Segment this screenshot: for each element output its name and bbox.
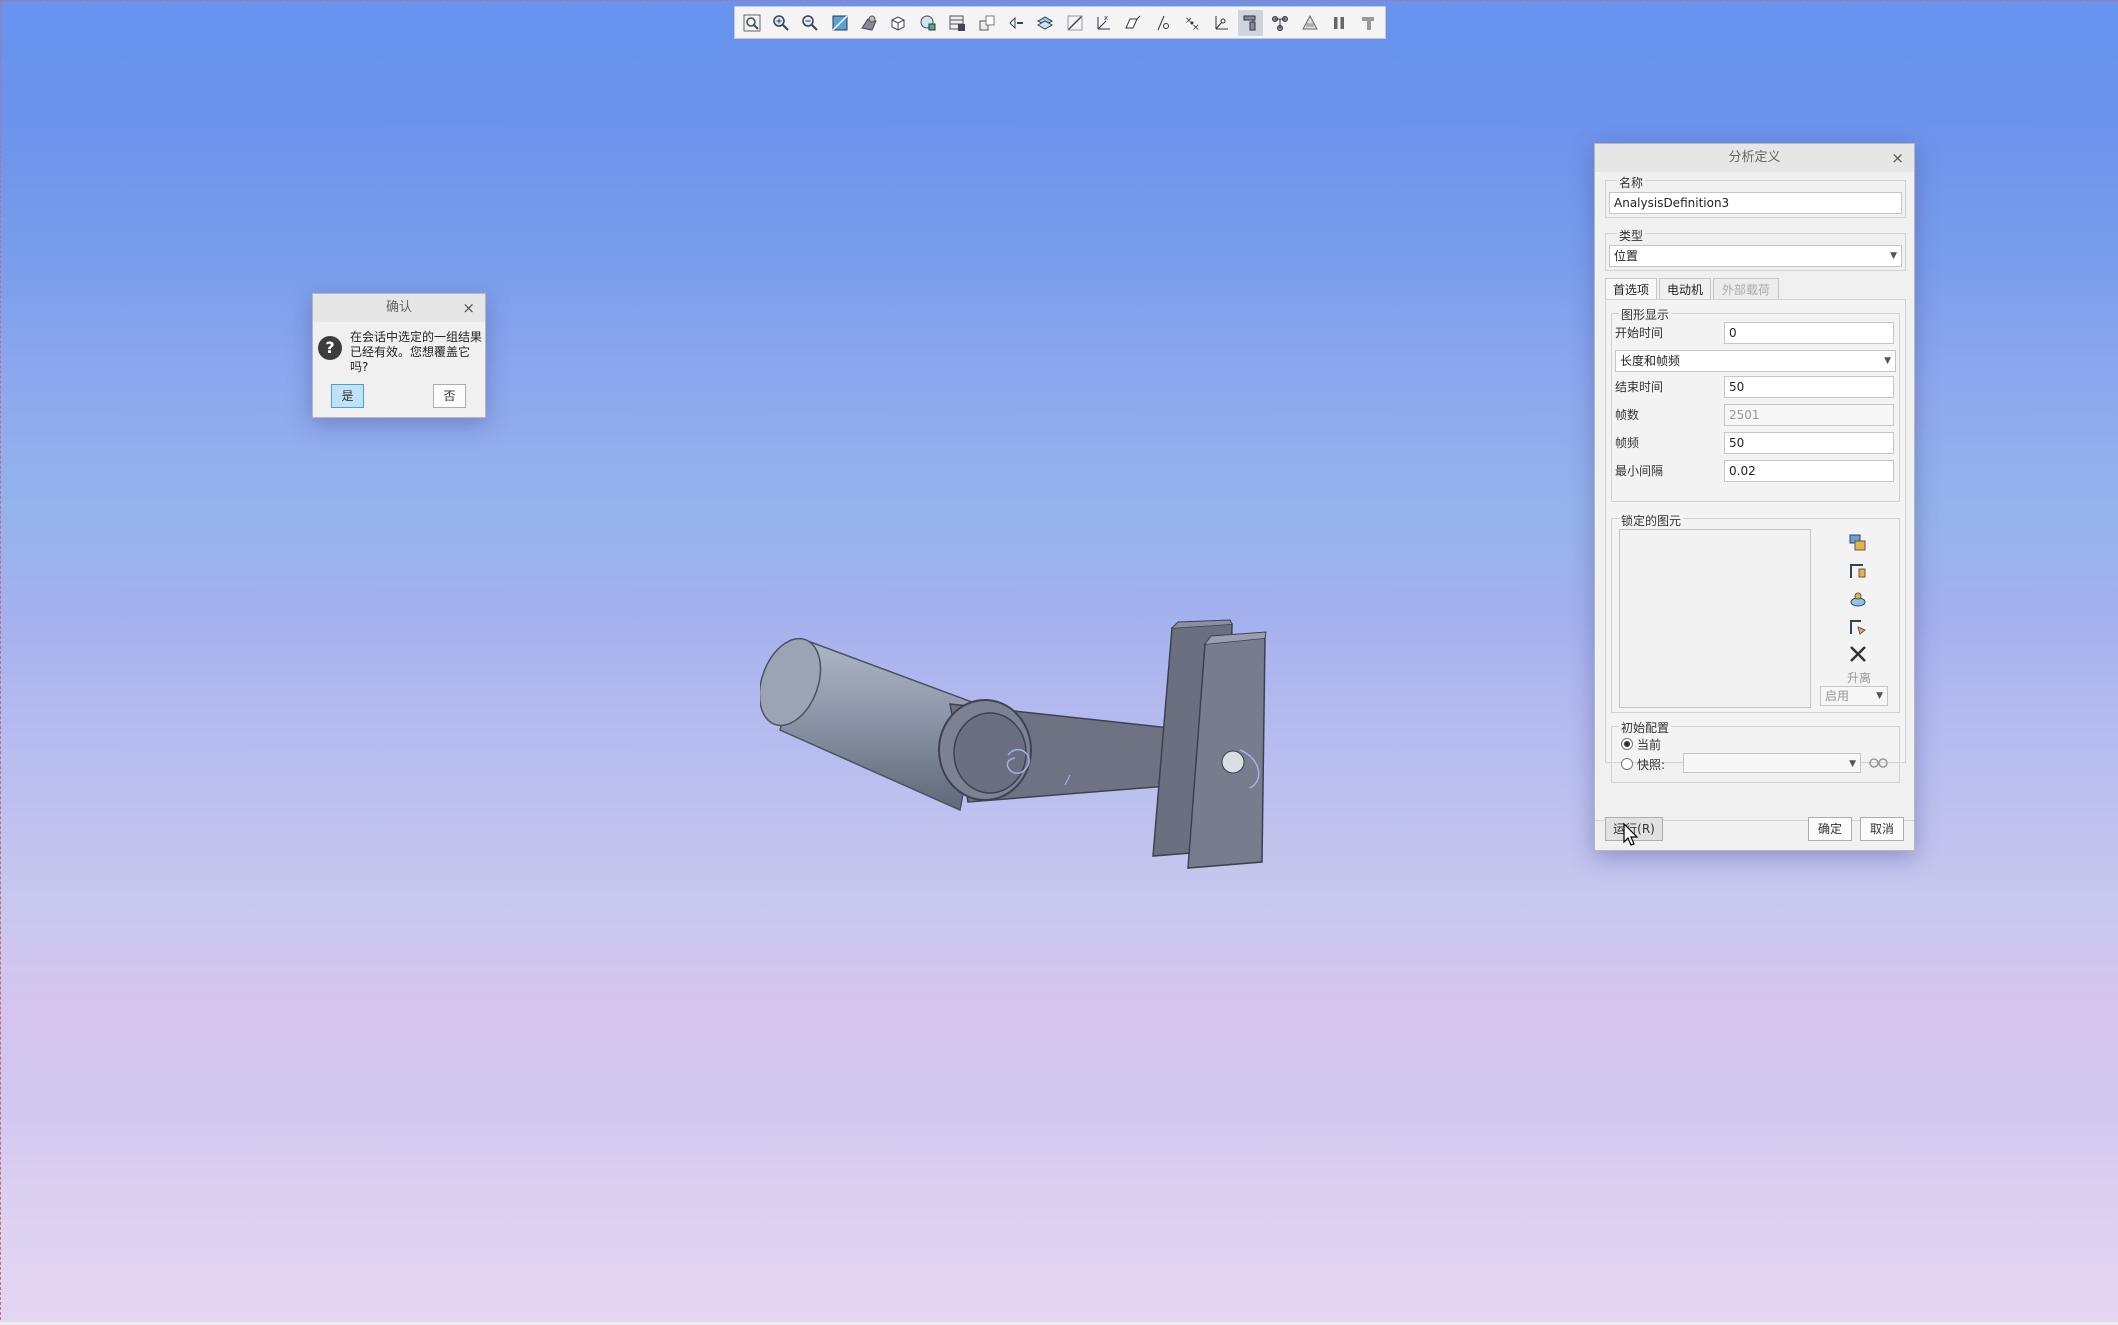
stop-icon[interactable] [1356, 10, 1381, 36]
mouse-cursor-icon [1623, 822, 1639, 846]
zoom-fit-icon[interactable] [739, 10, 764, 36]
connections-icon[interactable]: × × [1179, 10, 1204, 36]
yes-button[interactable]: 是 [331, 384, 364, 408]
zoom-out-icon[interactable] [798, 10, 823, 36]
joints-icon[interactable] [1238, 9, 1264, 36]
frame-rate-label: 帧频 [1615, 436, 1640, 450]
confirm-message: 在会话中选定的一组结果 已经有效。您想覆盖它吗? [350, 330, 486, 375]
initial-config-label: 初始配置 [1619, 719, 1672, 736]
type-label: 类型 [1617, 227, 1646, 244]
coordinate-systems-icon[interactable]: x [1091, 10, 1116, 36]
chevron-down-icon[interactable]: ▼ [1849, 754, 1856, 774]
ok-button[interactable]: 确定 [1808, 817, 1852, 841]
joint-lock-icon[interactable] [1847, 560, 1869, 582]
frames-input[interactable]: 2501 [1724, 404, 1894, 426]
view-cube-icon[interactable] [886, 10, 911, 36]
frame-border-top [0, 0, 2118, 2]
confirm-dialog-titlebar[interactable]: 确认 × [313, 294, 485, 322]
svg-text:x: x [1104, 14, 1108, 22]
graphic-display-label: 图形显示 [1619, 306, 1672, 323]
name-input[interactable]: AnalysisDefinition3 [1609, 192, 1902, 214]
zoom-in-icon[interactable] [768, 10, 793, 36]
lift-label: 升离 [1847, 671, 1872, 685]
frame-rate-input[interactable]: 50 [1724, 432, 1894, 454]
chevron-down-icon[interactable]: ▼ [1876, 687, 1883, 705]
close-icon[interactable]: × [462, 294, 475, 322]
end-time-label: 结束时间 [1615, 380, 1664, 394]
no-button[interactable]: 否 [433, 384, 466, 408]
locked-entities-list[interactable] [1619, 529, 1811, 708]
delete-icon[interactable] [1847, 643, 1869, 665]
datum-axes-icon[interactable] [1033, 10, 1058, 36]
type-select[interactable]: 位置 ▼ [1609, 245, 1902, 267]
mode-select[interactable]: 长度和帧频 ▼ [1615, 350, 1896, 372]
refit-icon[interactable] [827, 10, 852, 36]
min-interval-label: 最小间隔 [1615, 464, 1664, 478]
current-radio[interactable] [1621, 738, 1633, 750]
connection-lock-icon[interactable] [1847, 588, 1869, 610]
start-time-label: 开始时间 [1615, 326, 1664, 340]
snapshot-label: 快照: [1637, 758, 1666, 772]
confirm-message-line2: 已经有效。您想覆盖它吗? [350, 345, 471, 374]
enable-select[interactable]: 启用 ▼ [1820, 686, 1888, 706]
type-select-value: 位置 [1614, 249, 1639, 263]
locked-entities-label: 锁定的图元 [1619, 512, 1684, 529]
confirm-message-line1: 在会话中选定的一组结果 [350, 330, 483, 344]
chevron-down-icon[interactable]: ▼ [1890, 246, 1897, 266]
graphics-toolbar: x × × [734, 6, 1386, 39]
analysis-definition-dialog: 分析定义 × 名称 AnalysisDefinition3 类型 位置 ▼ 首选… [1594, 143, 1915, 851]
tab-preferences[interactable]: 首选项 [1605, 278, 1657, 300]
cam-lock-icon[interactable] [1847, 616, 1869, 638]
mechanism-model [760, 619, 1267, 869]
current-label: 当前 [1637, 738, 1662, 752]
mode-select-value: 长度和帧频 [1620, 354, 1681, 368]
frame-border-left [0, 0, 3, 1325]
glasses-icon[interactable] [1867, 752, 1889, 772]
datum-planes-icon[interactable] [1003, 10, 1028, 36]
display-style-icon[interactable] [974, 10, 999, 36]
mechanism-icon[interactable] [1209, 10, 1234, 36]
snapshot-radio[interactable] [1621, 758, 1633, 770]
motors-icon[interactable] [1267, 10, 1292, 36]
name-label: 名称 [1617, 174, 1646, 191]
tab-motors[interactable]: 电动机 [1659, 278, 1711, 300]
annotations-icon[interactable] [1121, 10, 1146, 36]
chevron-down-icon[interactable]: ▼ [1884, 351, 1891, 371]
start-time-input[interactable]: 0 [1724, 322, 1894, 344]
confirm-dialog: 确认 × ? 在会话中选定的一组结果 已经有效。您想覆盖它吗? 是 否 [312, 293, 486, 418]
snapshot-select[interactable]: ▼ [1683, 753, 1861, 773]
svg-text:×: × [1192, 23, 1200, 33]
enable-select-value: 启用 [1825, 689, 1850, 703]
body-lock-icon[interactable] [1847, 532, 1869, 554]
close-icon[interactable]: × [1891, 144, 1904, 172]
warning-icon[interactable] [1297, 10, 1322, 36]
spin-center-icon[interactable] [1150, 10, 1175, 36]
tab-external-loads[interactable]: 外部载荷 [1713, 278, 1779, 300]
datum-points-icon[interactable] [1062, 10, 1087, 36]
layers-icon[interactable] [945, 10, 970, 36]
question-icon: ? [318, 336, 342, 360]
cancel-button[interactable]: 取消 [1860, 817, 1904, 841]
saved-views-icon[interactable] [915, 10, 940, 36]
pause-icon[interactable] [1326, 10, 1351, 36]
frames-label: 帧数 [1615, 408, 1640, 422]
confirm-dialog-title: 确认 [385, 300, 412, 315]
end-time-input[interactable]: 50 [1724, 376, 1894, 398]
analysis-dialog-titlebar[interactable]: 分析定义 × [1595, 144, 1914, 172]
analysis-dialog-title: 分析定义 [1728, 150, 1781, 165]
shading-icon[interactable] [856, 10, 881, 36]
min-interval-input[interactable]: 0.02 [1724, 460, 1894, 482]
